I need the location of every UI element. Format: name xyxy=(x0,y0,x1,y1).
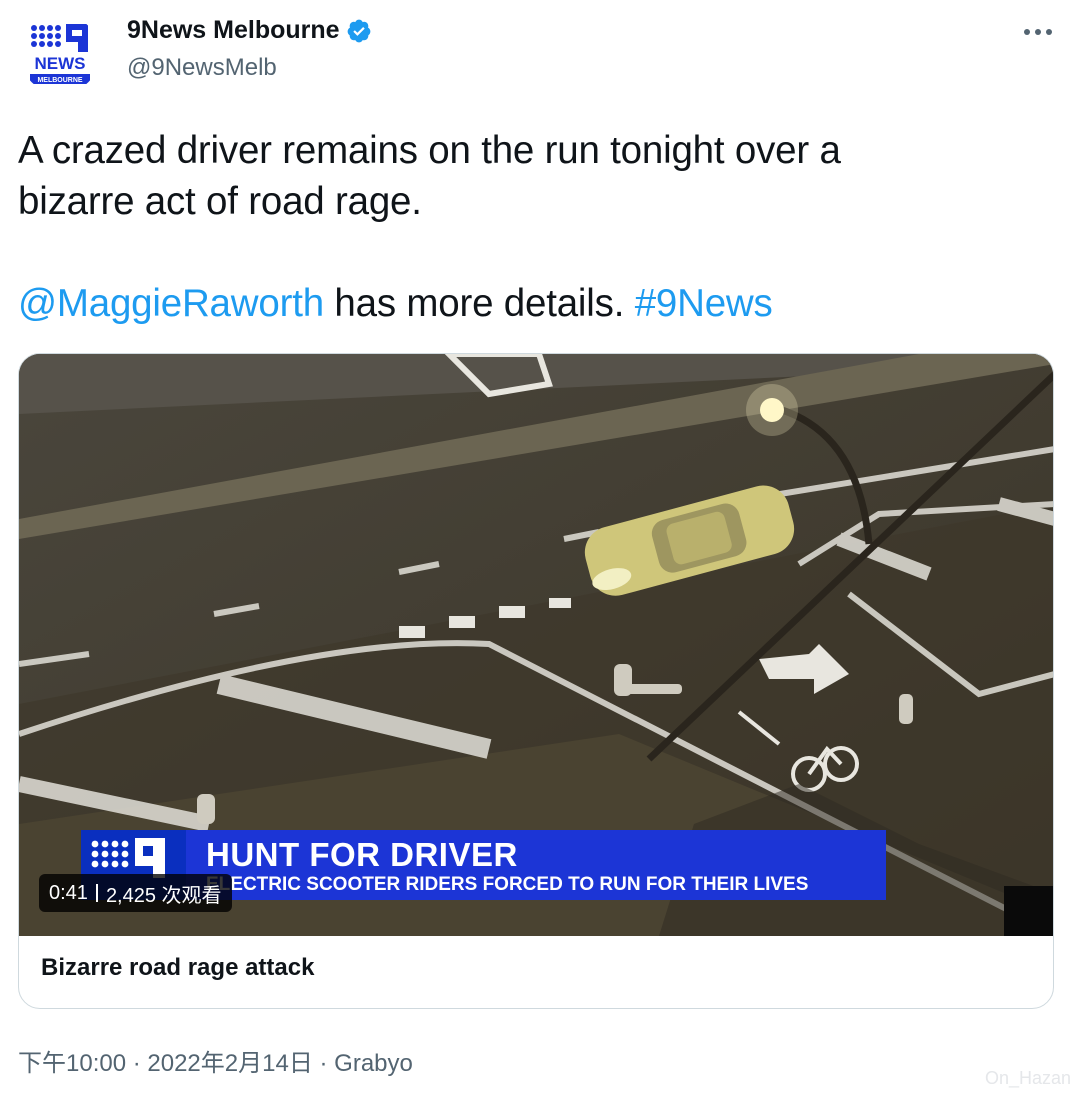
tweet-text-fragment: has more details. xyxy=(323,282,635,325)
tweet-text: A crazed driver remains on the run tonig… xyxy=(18,125,1058,329)
video-stats-badge: 0:41 2,425 次观看 xyxy=(39,874,232,912)
verified-badge-icon xyxy=(347,19,370,42)
card-title[interactable]: Bizarre road rage attack xyxy=(41,954,314,982)
user-handle[interactable]: @9NewsMelb xyxy=(127,54,277,82)
mention-link[interactable]: @MaggieRaworth xyxy=(18,282,324,325)
headline-bar: HUNT FOR DRIVER ELECTRIC SCOOTER RIDERS … xyxy=(186,830,886,900)
meta-separator: · xyxy=(126,1050,148,1077)
tweet-header: NEWS MELBOURNE 9News Melbourne @9NewsMel… xyxy=(0,0,1080,100)
avatar[interactable]: NEWS MELBOURNE xyxy=(20,14,100,94)
video-subline: ELECTRIC SCOOTER RIDERS FORCED TO RUN FO… xyxy=(206,874,809,895)
meta-separator: · xyxy=(312,1050,335,1077)
more-options-icon xyxy=(1024,29,1052,35)
tweet-line: @MaggieRaworth has more details. #9News xyxy=(18,278,1058,329)
tweet-line: bizarre act of road rage. xyxy=(18,180,422,223)
video-player[interactable]: HUNT FOR DRIVER ELECTRIC SCOOTER RIDERS … xyxy=(19,354,1053,936)
watermark: On_Hazan xyxy=(985,1068,1072,1088)
badge-divider xyxy=(95,884,98,902)
svg-text:NEWS: NEWS xyxy=(35,54,86,73)
tweet-time[interactable]: 下午10:00 xyxy=(18,1050,126,1077)
tweet-source[interactable]: Grabyo xyxy=(334,1050,413,1077)
video-headline: HUNT FOR DRIVER xyxy=(206,836,518,873)
display-name[interactable]: 9News Melbourne xyxy=(127,16,340,45)
tweet-date[interactable]: 2022年2月14日 xyxy=(147,1050,312,1077)
video-card[interactable]: HUNT FOR DRIVER ELECTRIC SCOOTER RIDERS … xyxy=(18,353,1054,1009)
nine-news-logo-icon: NEWS MELBOURNE xyxy=(30,24,90,84)
video-duration: 0:41 xyxy=(49,881,88,904)
view-count: 2,425 次观看 xyxy=(105,884,222,907)
name-row: 9News Melbourne xyxy=(127,16,372,45)
tweet-meta: 下午10:00 · 2022年2月14日 · Grabyo xyxy=(18,1043,413,1078)
hashtag-link[interactable]: #9News xyxy=(635,282,773,325)
tweet-line: A crazed driver remains on the run tonig… xyxy=(18,129,841,172)
svg-text:MELBOURNE: MELBOURNE xyxy=(37,77,82,84)
more-options-button[interactable] xyxy=(1020,14,1056,50)
